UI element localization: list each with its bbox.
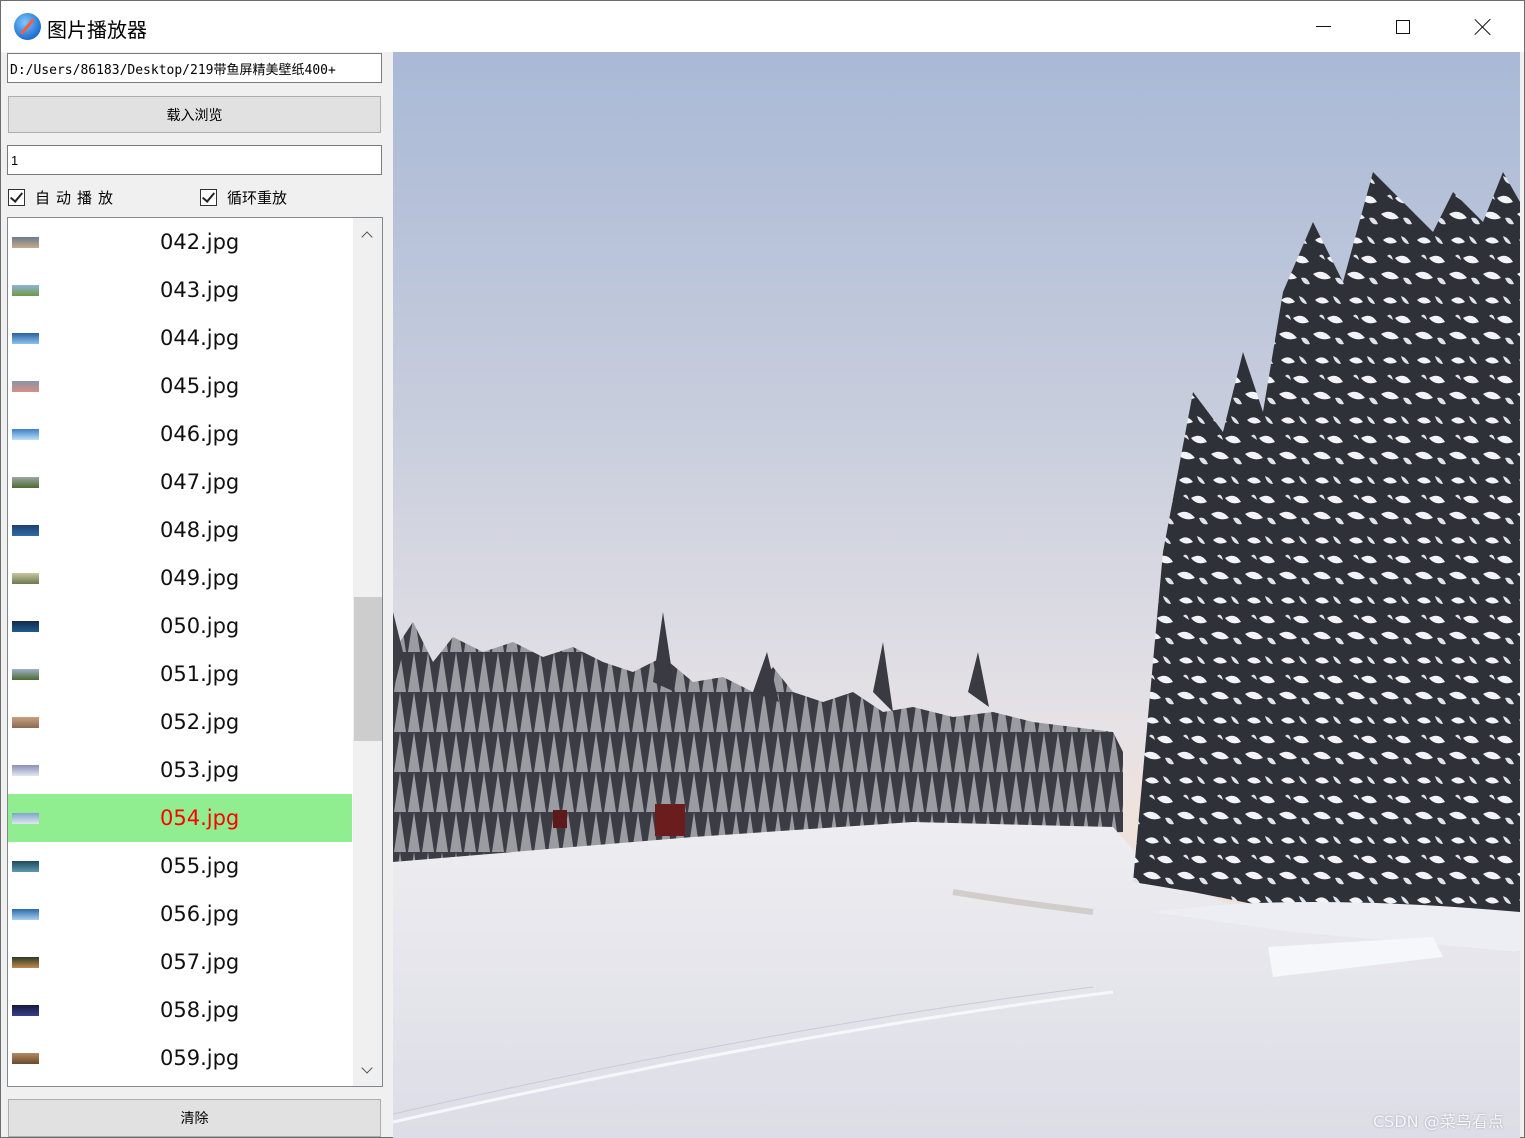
app-compass-icon (14, 13, 41, 40)
scroll-up-icon[interactable] (361, 230, 371, 240)
thumbnail-image (12, 476, 39, 488)
minimize-icon (1315, 26, 1331, 27)
file-name: 056.jpg (160, 902, 240, 926)
thumbnail-image (12, 812, 39, 824)
maximize-button[interactable] (1363, 1, 1443, 52)
list-item[interactable]: 057.jpg (8, 938, 352, 986)
scrollbar-thumb[interactable] (354, 597, 382, 741)
thumbnail-image (12, 668, 39, 680)
thumbnail-image (12, 332, 39, 344)
file-name: 051.jpg (160, 662, 240, 686)
interval-input[interactable] (7, 145, 382, 175)
list-item[interactable]: 045.jpg (8, 362, 352, 410)
file-name: 057.jpg (160, 950, 240, 974)
load-browse-button[interactable]: 载入浏览 (8, 96, 381, 133)
list-item[interactable]: 058.jpg (8, 986, 352, 1034)
maximize-icon (1396, 19, 1410, 34)
checkbox-checked-icon (8, 189, 25, 206)
thumbnail-image (12, 572, 39, 584)
csdn-watermark: CSDN @菜鸟看点 (1373, 1112, 1504, 1131)
file-name: 048.jpg (160, 518, 240, 542)
list-item[interactable]: 043.jpg (8, 266, 352, 314)
snow-forest-image (393, 52, 1520, 1138)
thumbnail-image (12, 860, 39, 872)
list-item[interactable]: 059.jpg (8, 1034, 352, 1082)
file-name: 046.jpg (160, 422, 240, 446)
close-icon (1474, 18, 1492, 36)
file-name: 053.jpg (160, 758, 240, 782)
list-item[interactable]: 049.jpg (8, 554, 352, 602)
image-viewer: CSDN @菜鸟看点 (393, 52, 1520, 1138)
file-name: 052.jpg (160, 710, 240, 734)
scroll-down-icon[interactable] (361, 1066, 371, 1076)
thumbnail-image (12, 956, 39, 968)
list-item[interactable]: 055.jpg (8, 842, 352, 890)
list-item[interactable]: 046.jpg (8, 410, 352, 458)
file-name: 055.jpg (160, 854, 240, 878)
file-name: 050.jpg (160, 614, 240, 638)
list-item[interactable]: 056.jpg (8, 890, 352, 938)
file-name: 043.jpg (160, 278, 240, 302)
list-scrollbar[interactable] (353, 218, 382, 1086)
loop-replay-checkbox[interactable]: 循环重放 (200, 187, 287, 208)
list-item[interactable]: 044.jpg (8, 314, 352, 362)
thumbnail-image (12, 764, 39, 776)
window-title: 图片播放器 (47, 18, 147, 42)
thumbnail-image (12, 620, 39, 632)
auto-play-checkbox[interactable]: 自动播放 (8, 187, 119, 208)
thumbnail-image (12, 284, 39, 296)
thumbnail-image (12, 380, 39, 392)
file-name: 044.jpg (160, 326, 240, 350)
thumbnail-image (12, 716, 39, 728)
thumbnail-image (12, 236, 39, 248)
list-item[interactable]: 054.jpg (8, 794, 352, 842)
list-item[interactable]: 051.jpg (8, 650, 352, 698)
close-button[interactable] (1443, 1, 1523, 52)
title-bar[interactable]: 图片播放器 (1, 1, 1524, 52)
file-name: 059.jpg (160, 1046, 240, 1070)
list-item[interactable]: 047.jpg (8, 458, 352, 506)
list-item[interactable]: 048.jpg (8, 506, 352, 554)
file-list[interactable]: 059.jpg 058.jpg 057.jpg 056.jpg 055.jpg 054.j… (7, 217, 383, 1087)
list-item[interactable]: 042.jpg (8, 218, 352, 266)
minimize-button[interactable] (1283, 1, 1363, 52)
auto-play-label: 自动播放 (35, 189, 120, 207)
file-name: 045.jpg (160, 374, 240, 398)
file-name: 042.jpg (160, 230, 240, 254)
file-name: 049.jpg (160, 566, 240, 590)
thumbnail-image (12, 1052, 39, 1064)
list-item[interactable]: 053.jpg (8, 746, 352, 794)
clear-button[interactable]: 清除 (8, 1099, 381, 1137)
thumbnail-image (12, 1004, 39, 1016)
file-name: 047.jpg (160, 470, 240, 494)
list-item[interactable]: 052.jpg (8, 698, 352, 746)
checkbox-checked-icon (200, 189, 217, 206)
image-player-window: 图片播放器 载入浏览 自动播放 循环重放 059.jpg 058.jpg 057.j… (0, 0, 1525, 1138)
file-name: 054.jpg (160, 806, 240, 830)
thumbnail-image (12, 524, 39, 536)
thumbnail-image (12, 428, 39, 440)
thumbnail-image (12, 908, 39, 920)
list-item[interactable]: 050.jpg (8, 602, 352, 650)
file-name: 058.jpg (160, 998, 240, 1022)
loop-replay-label: 循环重放 (227, 189, 288, 207)
folder-path-input[interactable] (7, 53, 382, 83)
